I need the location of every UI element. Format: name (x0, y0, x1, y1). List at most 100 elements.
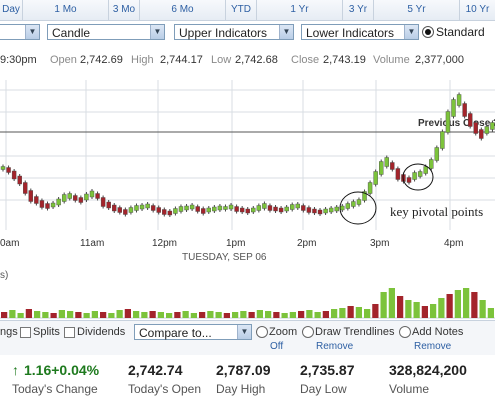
volume-bar (100, 312, 107, 318)
tab-3yr[interactable]: 3 Yr (343, 0, 374, 20)
candle (462, 103, 467, 117)
candle (100, 197, 106, 207)
candle (78, 197, 84, 203)
volume-bar (124, 309, 131, 318)
price-chart[interactable]: Previous Close 2 key pivotal points 0am 1… (0, 70, 495, 270)
candle (67, 193, 72, 199)
chart-toolbar: ngs Splits Dividends Compare to... ▼ Zoo… (0, 320, 495, 355)
chart-controls: ▼ Candle ▼ Upper Indicators ▼ Lower Indi… (0, 22, 495, 46)
candle (440, 131, 445, 149)
volume-bar (232, 312, 239, 318)
volume-bar (166, 313, 173, 318)
tab-1mo[interactable]: 1 Mo (23, 0, 109, 20)
volume-bar (372, 304, 379, 318)
volume-bar (339, 308, 346, 318)
candle (406, 177, 412, 183)
tab-ytd[interactable]: YTD (226, 0, 257, 20)
chart-type-value: Candle (52, 26, 91, 40)
volume-bar (223, 313, 230, 318)
tab-5yr[interactable]: 5 Yr (374, 0, 460, 20)
volume-bar (157, 312, 164, 318)
pivot-circle-2 (402, 163, 434, 191)
candle (490, 122, 495, 130)
volume-bar (58, 310, 65, 318)
candle (206, 207, 211, 213)
candle (312, 208, 317, 214)
candle (139, 204, 145, 210)
candle (290, 204, 295, 210)
volume-bar (207, 311, 214, 318)
volume-bar (289, 312, 296, 318)
candle (284, 206, 289, 212)
candle (34, 196, 39, 204)
tab-6mo[interactable]: 6 Mo (140, 0, 226, 20)
candle (50, 202, 56, 208)
candle (373, 171, 378, 185)
candle (345, 203, 351, 209)
volume-bar (446, 294, 453, 318)
candle (123, 209, 128, 215)
candle (395, 168, 401, 180)
candle (484, 126, 490, 134)
period-select[interactable]: ▼ (0, 24, 40, 40)
compare-select[interactable]: Compare to... ▼ (134, 324, 252, 340)
tab-1yr[interactable]: 1 Yr (257, 0, 343, 20)
stats-row: ↑ 1.16+0.04% Today's Change 2,742.74 Tod… (0, 360, 495, 400)
tab-3mo[interactable]: 3 Mo (109, 0, 140, 20)
tab-10yr[interactable]: 10 Yr (460, 0, 495, 20)
upper-indicators-select[interactable]: Upper Indicators ▼ (174, 24, 294, 40)
candle (251, 207, 256, 213)
lower-indicators-select[interactable]: Lower Indicators ▼ (301, 24, 419, 40)
candle (429, 159, 434, 169)
candle (234, 206, 239, 212)
info-volume-label: Volume (373, 54, 410, 66)
add-notes-radio[interactable] (399, 326, 411, 338)
volume-bar (331, 309, 338, 318)
candle (306, 207, 312, 213)
tab-day[interactable]: Day (0, 0, 23, 20)
today-open-label: Today's Open (128, 382, 202, 396)
volume-bar (380, 292, 387, 318)
ohlc-info-row: 9:30pm Open 2,742.69 High 2,744.17 Low 2… (0, 54, 495, 68)
volume-bar (281, 313, 288, 318)
candle (340, 205, 345, 211)
zoom-radio[interactable] (256, 326, 268, 338)
volume-bar (174, 312, 181, 318)
volume-bar (199, 312, 206, 318)
info-close-value: 2,743.19 (323, 54, 366, 66)
pivot-annotation: key pivotal points (390, 204, 483, 219)
candle (89, 190, 95, 198)
candle (223, 206, 228, 210)
volume-bar (479, 300, 486, 318)
candle (95, 193, 100, 199)
volume-bar (215, 312, 222, 318)
add-notes-label: Add Notes (412, 326, 464, 338)
candle (61, 194, 67, 202)
up-arrow-icon: ↑ (12, 362, 19, 378)
candle (128, 207, 134, 213)
candle (117, 207, 122, 213)
volume-bar (25, 309, 32, 318)
candle (295, 203, 300, 209)
notes-remove-link[interactable]: Remove (414, 341, 451, 352)
candle (217, 205, 223, 211)
splits-checkbox[interactable] (20, 327, 31, 338)
candle (479, 129, 484, 139)
draw-remove-link[interactable]: Remove (316, 341, 353, 352)
candle (11, 170, 17, 180)
dividends-checkbox[interactable] (64, 327, 75, 338)
candle (178, 206, 184, 212)
volume-bar (141, 312, 148, 318)
volume-bar (471, 292, 478, 318)
chart-type-select[interactable]: Candle ▼ (47, 24, 165, 40)
volume-bar (116, 310, 123, 318)
candle (84, 193, 89, 201)
candle (262, 203, 267, 209)
zoom-off-link[interactable]: Off (270, 341, 283, 352)
candle (39, 200, 45, 208)
info-high-label: High (131, 54, 154, 66)
draw-trendlines-radio[interactable] (302, 326, 314, 338)
candle (356, 199, 362, 205)
standard-radio[interactable] (422, 26, 434, 38)
candle (423, 166, 428, 174)
